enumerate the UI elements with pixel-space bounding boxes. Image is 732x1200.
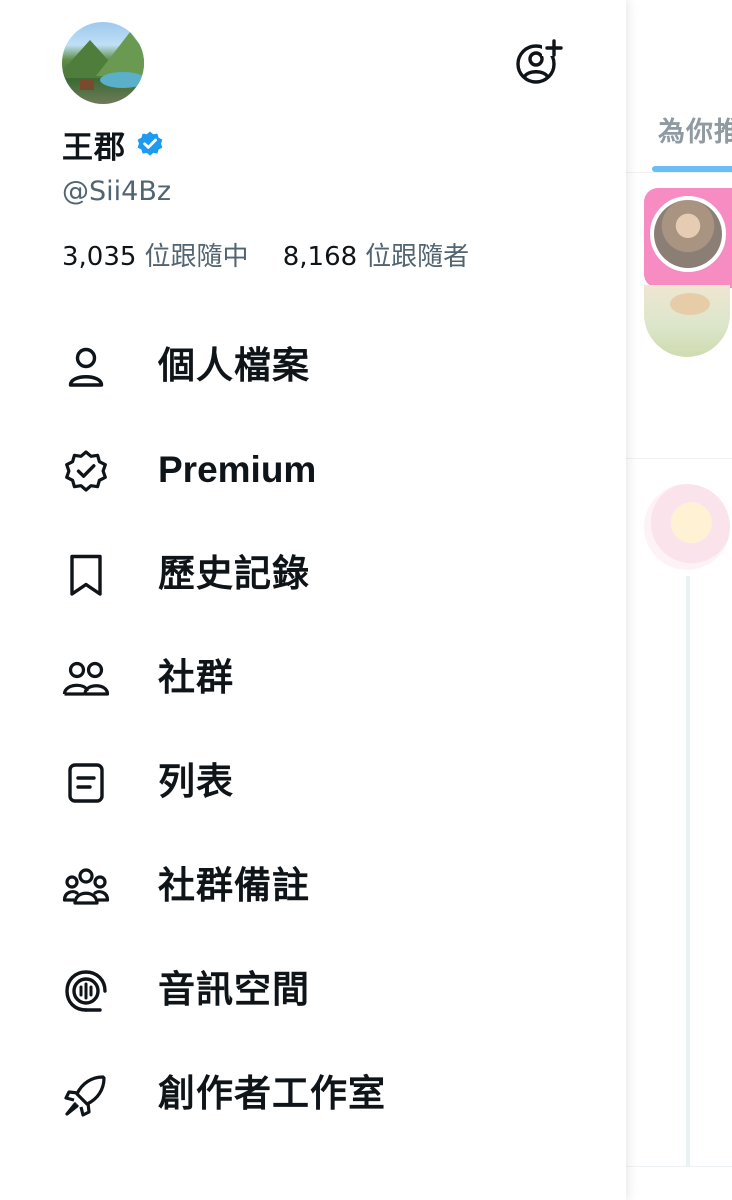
menu-item-label: 音訊空間 [158, 968, 310, 1011]
following-label: 位跟隨中 [144, 242, 249, 272]
menu-item-label: Premium [158, 449, 317, 490]
menu-item-label: 列表 [158, 760, 234, 803]
display-name: 王郡 [62, 129, 126, 166]
followers-count: 8,168 [282, 242, 358, 272]
add-account-icon[interactable] [514, 38, 564, 86]
menu-item-history[interactable]: 歷史記錄 [0, 522, 626, 626]
rocket-icon [62, 1071, 110, 1119]
person-icon [62, 343, 110, 391]
community-notes-icon [62, 863, 110, 911]
menu-item-label: 創作者工作室 [158, 1072, 386, 1115]
menu-item-community-notes[interactable]: 社群備註 [0, 834, 626, 938]
navigation-drawer: 王郡 @Sii4Bz 3,035 位跟隨中 8,168 位跟隨者 個人檔案 Pr… [0, 0, 626, 1200]
list-icon [62, 759, 110, 807]
spaces-icon [62, 967, 110, 1015]
menu-item-label: 社群備註 [158, 864, 310, 907]
followers-label: 位跟隨者 [365, 242, 470, 272]
menu-item-label: 個人檔案 [158, 344, 310, 387]
display-name-row[interactable]: 王郡 [62, 122, 164, 166]
menu-item-label: 社群 [158, 656, 234, 699]
followers-link[interactable]: 8,168 位跟隨者 [283, 242, 469, 272]
menu-item-spaces[interactable]: 音訊空間 [0, 938, 626, 1042]
menu-item-creator-studio[interactable]: 創作者工作室 [0, 1042, 626, 1146]
menu-item-profile[interactable]: 個人檔案 [0, 314, 626, 418]
menu-item-communities[interactable]: 社群 [0, 626, 626, 730]
follow-stats: 3,035 位跟隨中 8,168 位跟隨者 [62, 236, 469, 273]
avatar[interactable] [62, 22, 144, 104]
following-count: 3,035 [62, 242, 137, 272]
menu-item-premium[interactable]: Premium [0, 418, 626, 522]
following-link[interactable]: 3,035 位跟隨中 [62, 242, 257, 272]
menu-item-label: 歷史記錄 [158, 552, 310, 595]
communities-icon [62, 655, 110, 703]
menu-item-lists[interactable]: 列表 [0, 730, 626, 834]
username-handle: @Sii4Bz [62, 176, 172, 207]
bookmark-icon [62, 551, 110, 599]
verified-badge-icon [136, 130, 164, 158]
premium-badge-icon [62, 447, 110, 495]
